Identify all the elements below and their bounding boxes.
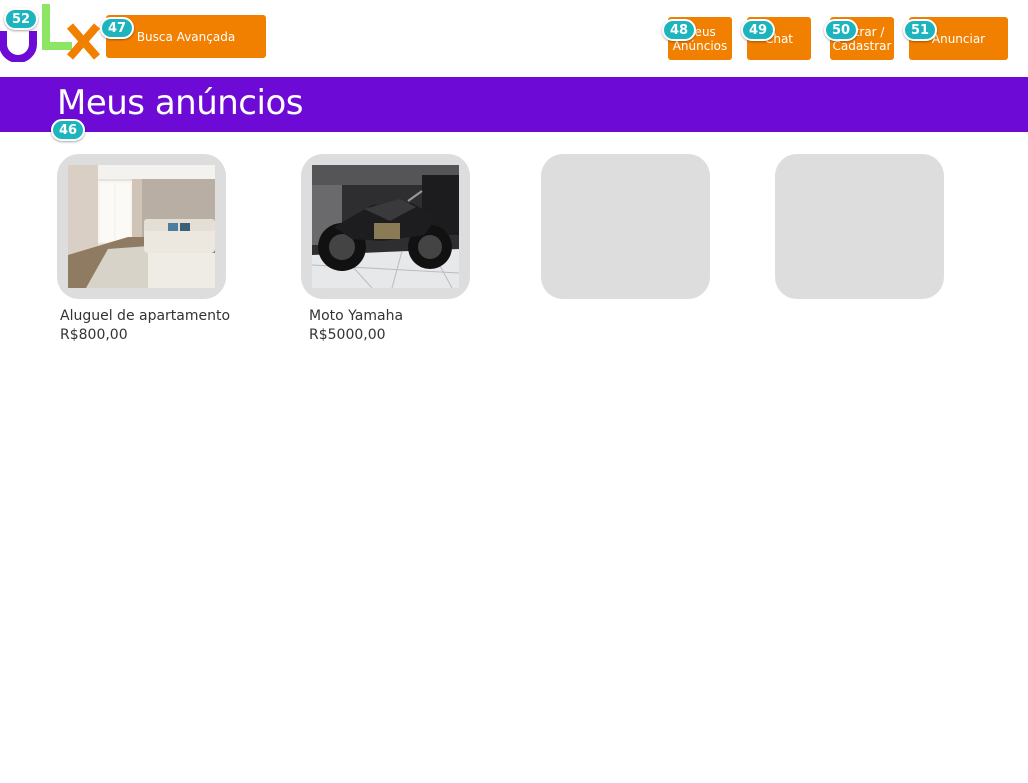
element-badge-listings: 46 — [51, 119, 85, 141]
element-badge-advanced-search: 47 — [100, 17, 134, 39]
listing-card-motorcycle[interactable] — [301, 154, 470, 299]
motorcycle-photo — [312, 165, 459, 288]
element-badge-chat: 49 — [741, 19, 775, 41]
listing-title[interactable]: Moto Yamaha — [309, 307, 403, 325]
post-ad-label: Anunciar — [931, 31, 986, 46]
listing-card-apartment[interactable] — [57, 154, 226, 299]
listing-card-placeholder — [541, 154, 710, 299]
element-badge-post-ad: 51 — [903, 19, 937, 41]
listing-price: R$800,00 — [60, 327, 128, 343]
page-title: Meus anúncios — [57, 83, 303, 123]
listing-title[interactable]: Aluguel de apartamento — [60, 307, 230, 325]
element-badge-logo: 52 — [4, 8, 38, 30]
element-badge-my-listings: 48 — [662, 19, 696, 41]
living-room-photo — [68, 165, 215, 288]
listing-price: R$5000,00 — [309, 327, 386, 343]
advanced-search-label: Busca Avançada — [136, 29, 236, 44]
element-badge-login-register: 50 — [824, 19, 858, 41]
listing-card-placeholder — [775, 154, 944, 299]
